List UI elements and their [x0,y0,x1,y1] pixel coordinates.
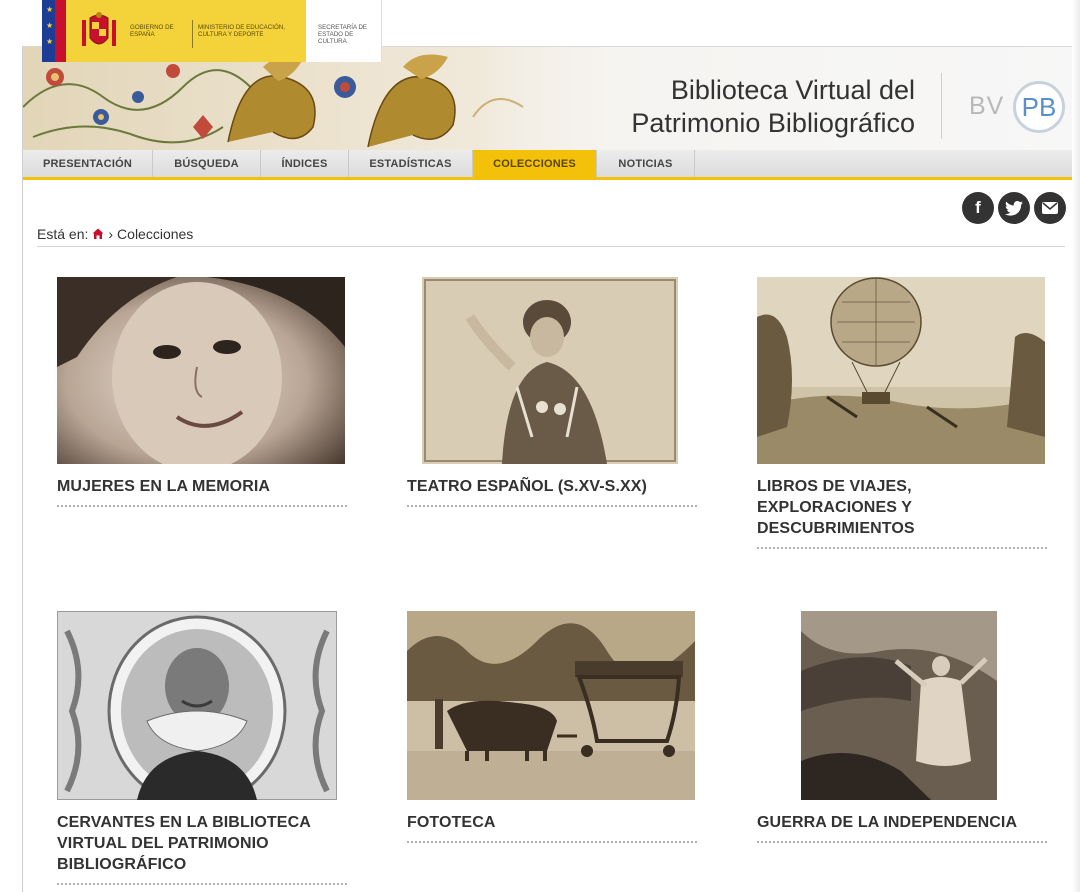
breadcrumb-prefix: Está en: [37,226,89,242]
breadcrumb-separator: › [108,226,114,242]
government-logo-block[interactable]: ★ ★ ★ GOBIERNO DE ESPAÑA MINISTERIO DE EDU… [42,0,306,62]
page-frame: Biblioteca Virtual del Patrimonio Biblio… [22,46,1080,892]
illuminated-manuscript-decoration [23,47,563,150]
dotted-divider [407,841,697,843]
logo-bv-text: BV [969,92,1005,120]
image-wrapper [757,611,1047,800]
nav-item-presentacion[interactable]: PRESENTACIÓN [23,150,153,177]
collection-card[interactable]: TEATRO ESPAÑOL (S.XV-S.XX) [407,277,697,507]
collection-title[interactable]: LIBROS DE VIAJES, EXPLORACIONES Y DESCUB… [757,476,1047,539]
secretary-label: SECRETARÍA DE ESTADO DE CULTURA [318,24,368,45]
dotted-divider [757,547,1047,549]
twitter-icon[interactable] [998,192,1030,224]
dotted-divider [757,841,1047,843]
collection-card[interactable]: MUJERES EN LA MEMORIA [57,277,347,507]
breadcrumb-divider [37,246,1065,247]
eu-flag-icon: ★ ★ ★ [42,0,66,62]
coat-of-arms-icon [82,12,116,46]
secretary-block[interactable]: SECRETARÍA DE ESTADO DE CULTURA [306,0,382,62]
site-title[interactable]: Biblioteca Virtual del Patrimonio Biblio… [631,74,915,140]
collection-title[interactable]: FOTOTECA [407,812,697,833]
dotted-divider [407,505,697,507]
collection-image-guerra[interactable] [801,611,997,800]
collection-card[interactable]: CERVANTES EN LA BIBLIOTECA VIRTUAL DEL P… [57,611,347,885]
collection-image-fototeca[interactable] [407,611,695,800]
nav-item-busqueda[interactable]: BÚSQUEDA [153,150,261,177]
main-navigation: PRESENTACIÓN BÚSQUEDA ÍNDICES ESTADÍSTIC… [23,150,1080,180]
envelope-icon [1042,202,1058,214]
facebook-glyph: f [975,198,981,217]
site-title-line-1: Biblioteca Virtual del [670,75,915,105]
nav-item-indices[interactable]: ÍNDICES [261,150,349,177]
nav-item-estadisticas[interactable]: ESTADÍSTICAS [349,150,473,177]
collection-image-mujeres[interactable] [57,277,345,464]
site-title-line-2: Patrimonio Bibliográfico [631,108,915,138]
nav-item-noticias[interactable]: NOTICIAS [597,150,695,177]
collection-card[interactable]: LIBROS DE VIAJES, EXPLORACIONES Y DESCUB… [757,277,1047,549]
government-label: GOBIERNO DE ESPAÑA [130,24,174,38]
scrollbar-edge [1072,0,1080,892]
dotted-divider [57,883,347,885]
logo-circle: PB [1013,81,1065,133]
collection-image-viajes[interactable] [757,277,1045,464]
dotted-divider [57,505,347,507]
government-bar: ★ ★ ★ GOBIERNO DE ESPAÑA MINISTERIO DE EDU… [42,0,382,62]
title-divider [941,73,942,139]
logo-pb-text: PB [1021,91,1057,122]
home-icon[interactable] [92,228,104,240]
image-wrapper [407,277,697,464]
collection-title[interactable]: TEATRO ESPAÑOL (S.XV-S.XX) [407,476,697,497]
collection-card[interactable]: FOTOTECA [407,611,697,843]
ministry-label: MINISTERIO DE EDUCACIÓN, CULTURA Y DEPOR… [198,24,285,38]
bvpb-logo[interactable]: BV PB [967,80,1067,134]
nav-item-colecciones[interactable]: COLECCIONES [473,150,597,177]
collection-card[interactable]: GUERRA DE LA INDEPENDENCIA [757,611,1047,843]
divider [192,20,193,48]
nav-filler [695,150,1080,177]
email-icon[interactable] [1034,192,1066,224]
twitter-bird-icon [1005,200,1023,216]
facebook-icon[interactable]: f [962,192,994,224]
collection-title[interactable]: GUERRA DE LA INDEPENDENCIA [757,812,1047,833]
breadcrumb: Está en: › Colecciones [37,226,193,242]
breadcrumb-current: Colecciones [117,226,194,242]
collection-image-teatro[interactable] [422,277,678,464]
social-links: f [962,192,1066,224]
collection-title[interactable]: MUJERES EN LA MEMORIA [57,476,347,497]
collection-image-cervantes[interactable] [57,611,337,800]
collection-title[interactable]: CERVANTES EN LA BIBLIOTECA VIRTUAL DEL P… [57,812,347,875]
